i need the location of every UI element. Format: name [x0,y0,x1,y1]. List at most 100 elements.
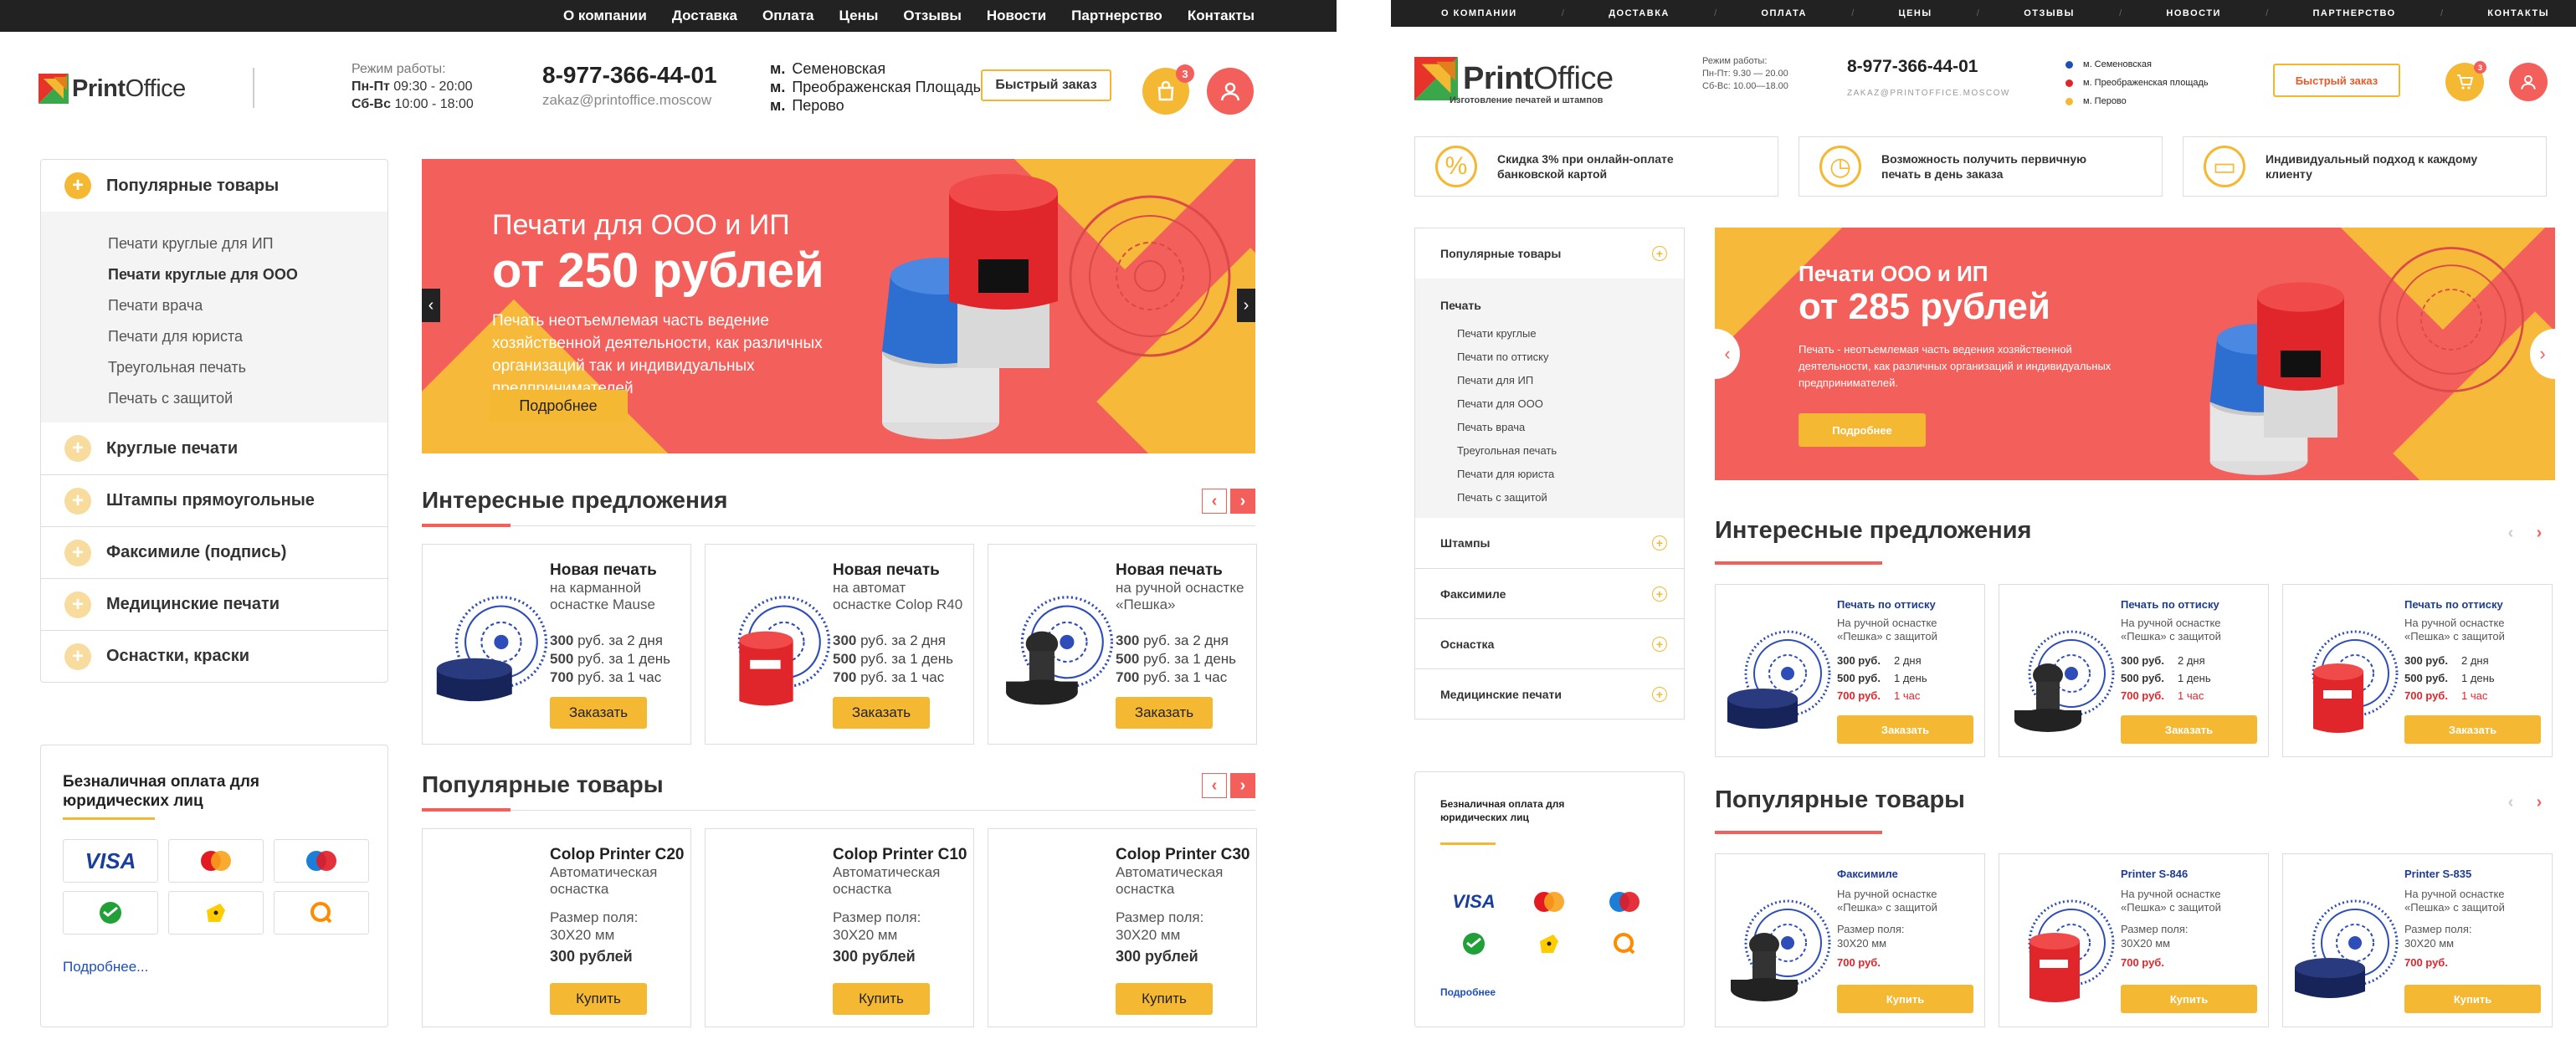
sidebar-item[interactable]: + Оснастки, краски [41,630,387,682]
sidebar-subitem[interactable]: Печати для юриста [1440,463,1684,486]
sidebar-item[interactable]: + Круглые печати [41,422,387,474]
order-button[interactable]: Заказать [1116,697,1213,729]
buy-button[interactable]: Купить [2121,985,2257,1013]
price-row: 700 руб. за 1 час [1116,669,1228,686]
next-arrow[interactable]: › [1230,773,1255,798]
phone-number[interactable]: 8-977-366-44-01 [542,62,717,89]
next-arrow[interactable]: › [2527,520,2552,545]
next-arrow[interactable]: › [2527,790,2552,815]
banner-prev-arrow[interactable]: ‹ [422,289,440,322]
sidebar-item[interactable]: + Медицинские печати [41,578,387,630]
sidebar-subitem[interactable]: Печати круглые для ООО [108,259,387,290]
banner-prev-arrow[interactable]: ‹ [1715,329,1740,379]
plus-icon: + [64,435,91,462]
nav-link[interactable]: Отзывы [903,8,962,24]
cart-badge: 3 [1176,64,1194,83]
sidebar-item[interactable]: Медицинские печати + [1415,668,1684,719]
sidebar-subitem[interactable]: Печати для ИП [1440,369,1684,392]
sidebar-item[interactable]: Оснастка + [1415,618,1684,668]
sidebar-subitem[interactable]: Треугольная печать [1440,439,1684,463]
sidebar-item[interactable]: + Факсимиле (подпись) [41,526,387,578]
product-title: Printer S-835 [2404,868,2472,880]
sidebar-subitem[interactable]: Печати для ООО [1440,392,1684,416]
price-row: 500 руб. за 1 день [550,651,671,668]
sidebar-subitem[interactable]: Печать с защитой [1440,486,1684,510]
buy-button[interactable]: Купить [833,983,930,1015]
quick-order-button[interactable]: Быстрый заказ [2273,64,2400,97]
nav-link[interactable]: Цены [839,8,879,24]
logo[interactable]: PrintOffice [38,74,186,104]
order-button[interactable]: Заказать [2404,715,2541,744]
logo-text: PrintOffice [72,74,186,102]
nav-separator: / [1561,8,1564,18]
order-button[interactable]: Заказать [550,697,647,729]
nav-link[interactable]: ПАРТНЕРСТВО [2313,8,2396,18]
account-button[interactable] [1207,68,1254,115]
nav-separator: / [1851,8,1855,18]
sidebar-subitem[interactable]: Печать с защитой [108,383,387,414]
nav-link[interactable]: Оплата [762,8,814,24]
nav-link[interactable]: О КОМПАНИИ [1441,8,1517,18]
prev-arrow[interactable]: ‹ [1202,489,1227,514]
banner-next-arrow[interactable]: › [1237,289,1255,322]
prev-arrow[interactable]: ‹ [2498,790,2523,815]
sidebar-item[interactable]: Факсимиле + [1415,568,1684,618]
cart-button[interactable]: 3 [2445,61,2486,101]
email-link[interactable]: ZAKAZ@PRINTOFFICE.MOSCOW [1847,89,2010,98]
sidebar-subitem[interactable]: Печати круглые для ИП [108,228,387,259]
metro-station: м. Преображенская Площадь [770,79,982,95]
plus-icon: + [64,172,91,199]
sidebar-item-popular[interactable]: Популярные товары + [1415,228,1684,279]
buy-button[interactable]: Купить [550,983,647,1015]
prev-arrow[interactable]: ‹ [1202,773,1227,798]
payment-more-link[interactable]: Подробнее... [63,959,148,976]
phone-number[interactable]: 8-977-366-44-01 [1847,57,1978,77]
sidebar-item[interactable]: + Штампы прямоугольные [41,474,387,526]
sidebar-subitem[interactable]: Треугольная печать [108,352,387,383]
cart-button[interactable]: 3 [1142,64,1194,115]
percent-icon: % [1435,146,1477,187]
nav-link[interactable]: ЦЕНЫ [1899,8,1932,18]
sidebar-subitem[interactable]: Печати круглые [1440,322,1684,346]
buy-button[interactable]: Купить [1837,985,1973,1013]
panel-gap [1337,0,1391,1060]
buy-button[interactable]: Купить [2404,985,2541,1013]
offer-prices: 300 руб. 2 дня 500 руб. 1 день 700 руб. 1 час [1837,652,1927,704]
sidebar-subitem[interactable]: Печати по оттиску [1440,346,1684,369]
nav-link[interactable]: Новости [987,8,1046,24]
nav-link[interactable]: КОНТАКТЫ [2487,8,2549,18]
sidebar-subitem[interactable]: Печати для юриста [108,321,387,352]
product-price: 300 рублей [833,948,916,965]
buy-button[interactable]: Купить [1116,983,1213,1015]
offer-title: Печать по оттиску [2404,598,2503,611]
sidebar-subitem[interactable]: Печать врача [1440,416,1684,439]
next-arrow[interactable]: › [1230,489,1255,514]
nav-link[interactable]: О компании [563,8,647,24]
banner-more-button[interactable]: Подробнее [489,390,628,422]
order-button[interactable]: Заказать [2121,715,2257,744]
banner-more-button[interactable]: Подробнее [1799,413,1926,447]
nav-link[interactable]: ОПЛАТА [1761,8,1807,18]
nav-link[interactable]: Контакты [1188,8,1255,24]
order-button[interactable]: Заказать [1837,715,1973,744]
quick-order-button[interactable]: Быстрый заказ [981,69,1111,101]
nav-link[interactable]: Партнерство [1071,8,1162,24]
sidebar-item[interactable]: Штампы + [1415,518,1684,568]
nav-link[interactable]: Доставка [672,8,737,24]
logo[interactable]: PrintOffice [1414,57,1614,100]
payment-more-link[interactable]: Подробнее [1440,986,1496,998]
order-button[interactable]: Заказать [833,697,930,729]
prev-arrow[interactable]: ‹ [2498,520,2523,545]
sidebar-subitem[interactable]: Печати врача [108,290,387,321]
nav-link[interactable]: ОТЗЫВЫ [2024,8,2075,18]
nav-link[interactable]: ДОСТАВКА [1609,8,1670,18]
sidebar-section-title[interactable]: Печать [1440,289,1684,322]
email-link[interactable]: zakaz@printoffice.moscow [542,92,711,109]
sidebar-item-popular[interactable]: + Популярные товары [41,160,387,212]
price-row: 300 руб. 2 дня [2121,654,2205,667]
offers-nav: ‹ › [2498,520,2552,545]
nav-link[interactable]: НОВОСТИ [2166,8,2221,18]
plus-icon: + [1652,686,1667,702]
user-icon [1220,82,1240,101]
account-button[interactable] [2509,63,2548,101]
